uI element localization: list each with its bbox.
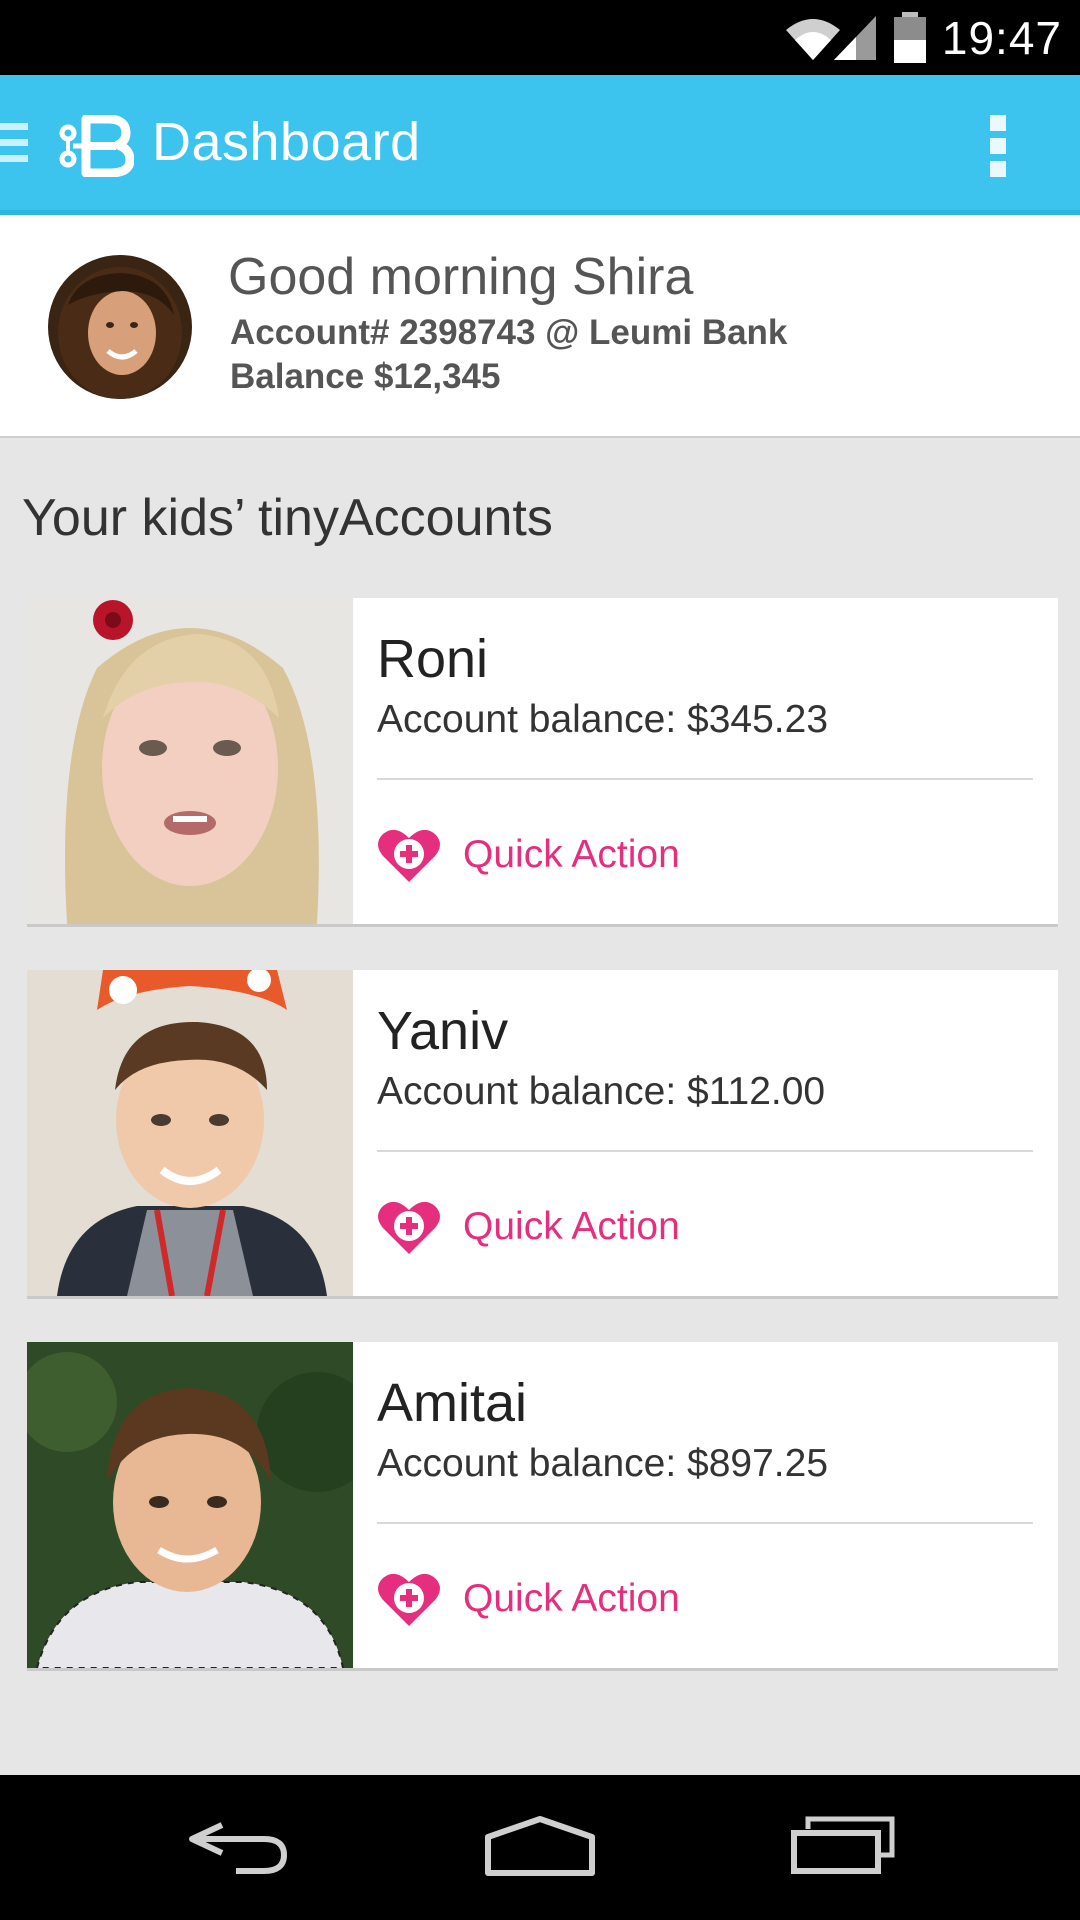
divider [377,1150,1033,1152]
kid-name: Roni [377,629,489,689]
kid-card[interactable]: Amitai Account balance: $897.25 Quick Ac… [27,1342,1058,1668]
drawer-indicator-icon[interactable] [0,123,28,171]
avatar[interactable] [48,255,192,399]
profile-header: Good morning Shira Account# 2398743 @ Le… [0,215,1080,438]
kid-balance: Account balance: $897.25 [377,1442,829,1485]
quick-action-button[interactable]: Quick Action [377,1564,680,1634]
tinybank-logo-icon[interactable] [56,114,135,182]
account-number: Account# 2398743 @ Leumi Bank [230,313,788,352]
recent-apps-icon[interactable] [790,1815,896,1875]
heart-plus-icon [378,829,440,882]
status-icons: 19:47 [784,0,1062,75]
system-nav-bar [0,1775,1080,1920]
app-bar: Dashboard [0,75,1080,215]
kid-photo[interactable] [27,598,353,924]
kid-photo[interactable] [27,970,353,1296]
status-time: 19:47 [941,11,1062,64]
overflow-menu-icon[interactable] [990,115,1010,184]
kid-balance: Account balance: $112.00 [377,1070,826,1113]
heart-plus-icon [378,1573,440,1626]
divider [377,778,1033,780]
quick-action-label: Quick Action [463,1205,680,1248]
divider [377,1522,1033,1524]
quick-action-label: Quick Action [463,1577,680,1620]
quick-action-label: Quick Action [463,833,680,876]
kid-card[interactable]: Roni Account balance: $345.23 Quick Acti… [27,598,1058,924]
signal-icon [833,15,876,60]
kid-name: Yaniv [377,1001,509,1061]
kid-photo[interactable] [27,1342,353,1668]
heart-plus-icon [378,1201,440,1254]
quick-action-button[interactable]: Quick Action [377,1192,680,1262]
section-title: Your kids’ tinyAccounts [22,489,553,547]
battery-icon [893,11,926,63]
quick-action-button[interactable]: Quick Action [377,820,680,890]
back-icon[interactable] [186,1815,292,1875]
status-bar: 19:47 [0,0,1080,75]
greeting-text: Good morning Shira [228,248,694,306]
account-balance: Balance $12,345 [230,357,501,396]
home-icon[interactable] [484,1815,596,1877]
kid-balance: Account balance: $345.23 [377,698,829,741]
kid-name: Amitai [377,1373,528,1433]
kid-card[interactable]: Yaniv Account balance: $112.00 Quick Act… [27,970,1058,1296]
page-title: Dashboard [152,112,421,172]
